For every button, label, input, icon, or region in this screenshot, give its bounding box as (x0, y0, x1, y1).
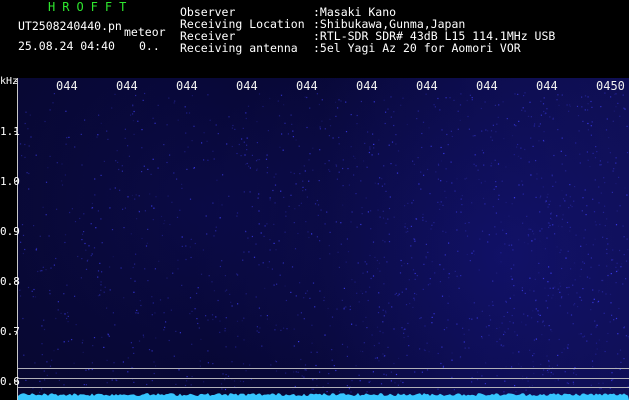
x-tick-label: 044 (296, 79, 318, 93)
y-tick (14, 281, 18, 282)
signal-baseline (18, 393, 629, 400)
y-tick (14, 181, 18, 182)
y-tick (14, 131, 18, 132)
x-tick-label: 044 (236, 79, 258, 93)
x-tick-label: 0450 (596, 79, 625, 93)
hrofft-screen: HROFFT UT2508240440.pn meteor 25.08.24 0… (0, 0, 629, 400)
y-tick (14, 381, 18, 382)
x-tick-label: 044 (536, 79, 558, 93)
x-tick-label: 044 (116, 79, 138, 93)
x-tick-label: 044 (356, 79, 378, 93)
y-tick (14, 81, 18, 82)
y-tick (14, 331, 18, 332)
baseline-trace (18, 393, 629, 400)
x-tick-label: 044 (56, 79, 78, 93)
x-tick-label: 044 (476, 79, 498, 93)
x-tick-label: 044 (176, 79, 198, 93)
y-tick (14, 231, 18, 232)
x-tick-label: 044 (416, 79, 438, 93)
